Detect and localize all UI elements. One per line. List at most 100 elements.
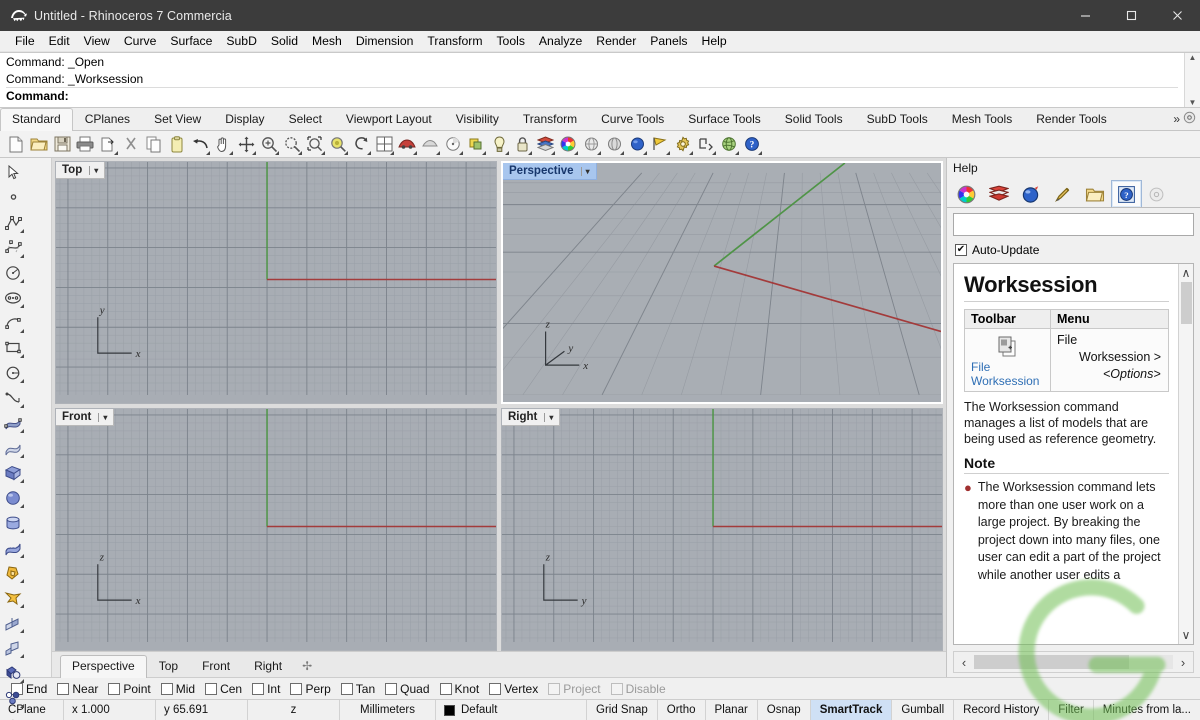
osnap-knot-checkbox[interactable]	[439, 682, 452, 695]
help-scroll-down-arrow[interactable]: ∨	[1182, 628, 1191, 642]
copy-icon[interactable]	[143, 133, 165, 156]
viewport-perspective-caret-icon[interactable]: ▾	[580, 166, 594, 176]
environment-tab-icon[interactable]	[1015, 180, 1046, 207]
circle-icon[interactable]	[0, 260, 26, 285]
osnap-tan[interactable]: Tan	[338, 682, 382, 696]
auto-update-checkbox[interactable]: ✔	[955, 244, 967, 256]
gear-icon[interactable]	[672, 133, 694, 156]
fillet-edge-icon[interactable]	[0, 610, 26, 635]
osnap-cen[interactable]: Cen	[202, 682, 249, 696]
worksession-toolbar-link-line2[interactable]: Worksession	[971, 374, 1044, 388]
viewport-right-label[interactable]: Right ▾	[502, 409, 561, 426]
help-search-input[interactable]	[954, 214, 1193, 235]
paste-icon[interactable]	[166, 133, 188, 156]
status-toggle-ortho[interactable]: Ortho	[658, 700, 706, 720]
status-toggle-osnap[interactable]: Osnap	[758, 700, 811, 720]
osnap-tan-checkbox[interactable]	[340, 682, 353, 695]
viewport-top[interactable]: y x Top ▾	[55, 161, 497, 404]
control-point-curve-icon[interactable]	[0, 235, 26, 260]
surface-from-curves-icon[interactable]	[0, 410, 26, 435]
command-pane[interactable]: Command: _Open Command: _Worksession Com…	[0, 52, 1200, 108]
toolbar-tab-viewport-layout[interactable]: Viewport Layout	[334, 108, 444, 130]
lock-icon[interactable]	[511, 133, 533, 156]
osnap-point-checkbox[interactable]	[108, 682, 121, 695]
menu-curve[interactable]: Curve	[117, 32, 164, 50]
loft-icon[interactable]	[0, 435, 26, 460]
zoom-window-icon[interactable]	[281, 133, 303, 156]
toolbar-tab-solid-tools[interactable]: Solid Tools	[773, 108, 855, 130]
new-file-icon[interactable]	[5, 133, 27, 156]
menu-render[interactable]: Render	[589, 32, 643, 50]
help-document-scrollbar[interactable]: ∧ ∨	[1178, 264, 1193, 644]
toolbar-options-icon[interactable]	[1183, 111, 1196, 127]
viewport-front[interactable]: z x Front ▾	[55, 408, 497, 651]
menu-solid[interactable]: Solid	[264, 32, 305, 50]
auto-update-row[interactable]: ✔ Auto-Update	[947, 236, 1200, 263]
osnap-mid[interactable]: Mid	[158, 682, 202, 696]
zoom-extents-icon[interactable]	[235, 133, 257, 156]
status-toggle-planar[interactable]: Planar	[706, 700, 758, 720]
toolbar-tab-display[interactable]: Display	[213, 108, 276, 130]
layer-icon[interactable]	[534, 133, 556, 156]
explode-icon[interactable]	[0, 585, 26, 610]
color-wheel-tab-icon[interactable]	[951, 180, 982, 207]
viewport-perspective-label[interactable]: Perspective ▾	[503, 163, 597, 180]
toolbar-tab-mesh-tools[interactable]: Mesh Tools	[940, 108, 1024, 130]
menu-analyze[interactable]: Analyze	[532, 32, 589, 50]
command-scroll-up-arrow[interactable]: ▲	[1189, 54, 1197, 62]
worksession-toolbar-link-line1[interactable]: File	[971, 360, 1044, 374]
help-scroll-thumb[interactable]	[1180, 282, 1192, 324]
subd-box-icon[interactable]	[0, 535, 26, 560]
chamfer-edge-icon[interactable]	[0, 635, 26, 660]
polygon-icon[interactable]	[0, 360, 26, 385]
print-icon[interactable]	[74, 133, 96, 156]
menu-help[interactable]: Help	[695, 32, 734, 50]
status-toggle-record-history[interactable]: Record History	[954, 700, 1050, 720]
osnap-knot[interactable]: Knot	[437, 682, 487, 696]
menu-panels[interactable]: Panels	[643, 32, 694, 50]
menu-surface[interactable]: Surface	[163, 32, 219, 50]
layers-tab-icon[interactable]	[983, 180, 1014, 207]
toolbar-tab-visibility[interactable]: Visibility	[444, 108, 511, 130]
viewport-front-caret-icon[interactable]: ▾	[98, 412, 111, 422]
help-hscroll-right-arrow[interactable]: ›	[1173, 655, 1193, 670]
booleans-icon[interactable]	[0, 660, 26, 685]
osnap-int[interactable]: Int	[249, 682, 287, 696]
light-icon[interactable]	[488, 133, 510, 156]
rotate-view-icon[interactable]	[350, 133, 372, 156]
flag-icon[interactable]	[649, 133, 671, 156]
sphere-solid-icon[interactable]	[0, 485, 26, 510]
menu-file[interactable]: File	[8, 32, 42, 50]
curve-tools-icon[interactable]	[0, 385, 26, 410]
toolbar-tab-render-tools[interactable]: Render Tools	[1024, 108, 1119, 130]
undo-icon[interactable]	[189, 133, 211, 156]
cut-icon[interactable]	[120, 133, 142, 156]
viewport-front-label[interactable]: Front ▾	[56, 409, 115, 426]
zoom-target-icon[interactable]	[327, 133, 349, 156]
box-icon[interactable]	[0, 460, 26, 485]
rectangle-icon[interactable]	[0, 335, 26, 360]
help-hscroll-thumb[interactable]	[974, 655, 1130, 669]
pan-icon[interactable]	[212, 133, 234, 156]
render-icon[interactable]	[442, 133, 464, 156]
osnap-quad[interactable]: Quad	[382, 682, 436, 696]
viewport-front-canvas[interactable]: z x	[56, 409, 496, 642]
status-autosave-timer[interactable]: Minutes from la...	[1094, 700, 1200, 720]
help-hscroll-track[interactable]	[974, 655, 1173, 669]
select-arrow-icon[interactable]	[0, 160, 26, 185]
viewport-tab-perspective[interactable]: Perspective	[60, 655, 147, 678]
shaded-view-icon[interactable]	[396, 133, 418, 156]
status-units[interactable]: Millimeters	[340, 700, 436, 720]
help-hscroll-left-arrow[interactable]: ‹	[954, 655, 974, 670]
osnap-mid-checkbox[interactable]	[160, 682, 173, 695]
layer-color-swatch[interactable]	[444, 704, 455, 716]
toolbar-tab-curve-tools[interactable]: Curve Tools	[589, 108, 676, 130]
osnap-point[interactable]: Point	[105, 682, 157, 696]
status-toggle-smarttrack[interactable]: SmartTrack	[810, 700, 893, 720]
status-layer[interactable]: Default	[436, 700, 587, 720]
viewport-top-label[interactable]: Top ▾	[56, 162, 106, 179]
command-scroll-down-arrow[interactable]: ▼	[1189, 99, 1197, 107]
toolbar-tab-set-view[interactable]: Set View	[142, 108, 213, 130]
globe-icon[interactable]	[718, 133, 740, 156]
osnap-perp-checkbox[interactable]	[290, 682, 303, 695]
